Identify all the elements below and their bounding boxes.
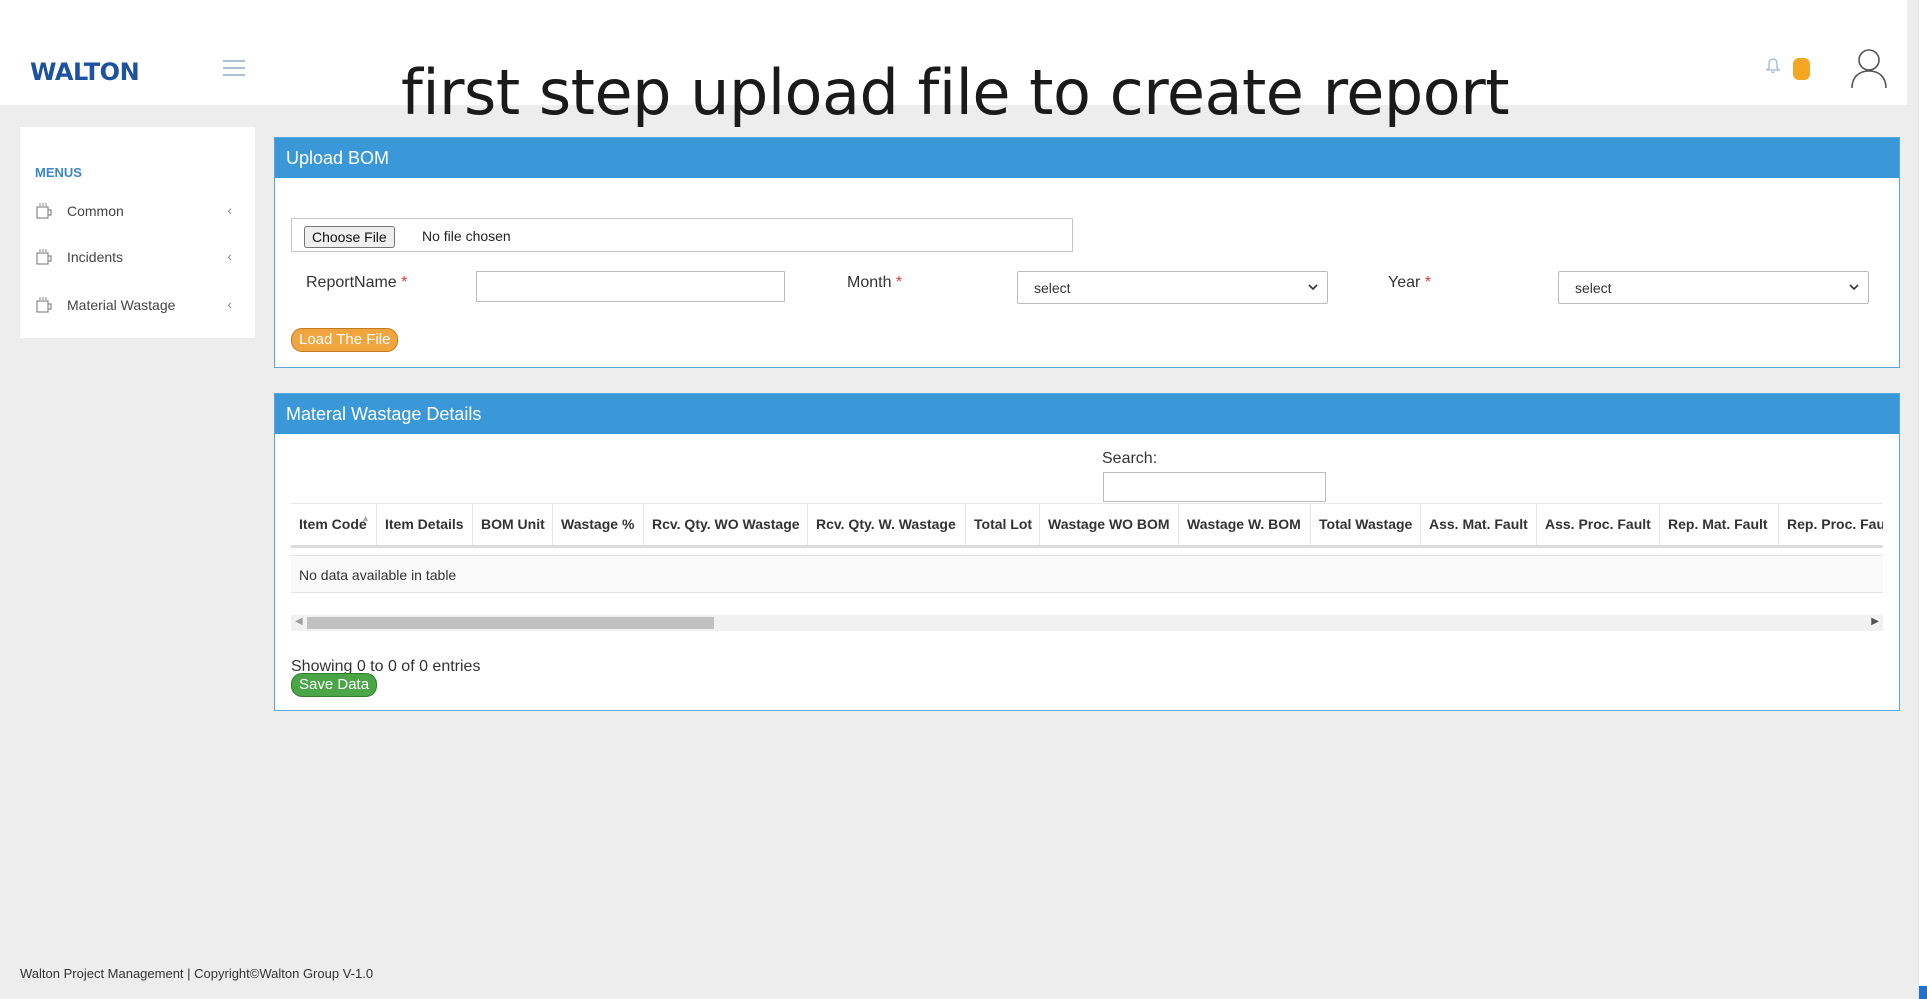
bell-icon[interactable] — [1765, 58, 1781, 79]
required-mark: * — [1424, 274, 1432, 291]
chevron-down-icon — [1307, 280, 1319, 296]
wastage-details-title: Materal Wastage Details — [275, 394, 1899, 434]
overlay-caption: first step upload file to create report — [401, 56, 1510, 129]
notification-badge — [1793, 58, 1810, 80]
required-mark: * — [895, 274, 903, 291]
sidebar-item-material-wastage[interactable]: Material Wastage ‹ — [35, 291, 240, 321]
user-avatar-icon[interactable] — [1849, 46, 1889, 95]
cup-icon — [35, 202, 55, 223]
column-header-ass-mat-fault[interactable]: Ass. Mat. Fault — [1420, 504, 1536, 545]
column-header-wastage-w-bom[interactable]: Wastage W. BOM — [1178, 504, 1310, 545]
report-name-label: ReportName * — [306, 274, 408, 291]
page-scrollbar-thumb[interactable] — [1919, 986, 1927, 999]
year-label: Year * — [1388, 274, 1432, 291]
upload-bom-title: Upload BOM — [275, 138, 1899, 178]
walton-logo[interactable]: WALTON — [30, 58, 140, 86]
table-empty-row: No data available in table — [291, 555, 1883, 593]
column-header-wastage-percent[interactable]: Wastage % — [552, 504, 643, 545]
scroll-right-icon[interactable]: ▶ — [1871, 616, 1879, 627]
table-header-row: Item Code ▲ Item Details BOM Unit Wastag… — [291, 503, 1883, 548]
year-select-value: select — [1575, 280, 1612, 296]
page-scrollbar[interactable] — [1918, 0, 1927, 999]
column-header-rcv-qty-w-wastage[interactable]: Rcv. Qty. W. Wastage — [807, 504, 965, 545]
sidebar-item-label: Material Wastage — [67, 297, 176, 313]
month-label: Month * — [847, 274, 903, 291]
footer-text: Walton Project Management | Copyright©Wa… — [20, 966, 374, 981]
wastage-details-card: Materal Wastage Details Search: Item Cod… — [274, 393, 1900, 711]
search-input[interactable] — [1103, 472, 1326, 502]
column-header-total-wastage[interactable]: Total Wastage — [1310, 504, 1420, 545]
chevron-left-icon: ‹ — [227, 248, 232, 264]
choose-file-button[interactable]: Choose File — [304, 226, 395, 248]
column-header-item-code[interactable]: Item Code ▲ — [291, 504, 376, 545]
scroll-left-icon[interactable]: ◀ — [295, 616, 303, 627]
column-header-item-details[interactable]: Item Details — [376, 504, 472, 545]
sidebar: MENUS Common ‹ Incidents ‹ Material Wast… — [20, 127, 255, 338]
table-horizontal-scrollbar[interactable]: ◀ ▶ — [291, 615, 1883, 631]
cup-icon — [35, 248, 55, 269]
sidebar-item-common[interactable]: Common ‹ — [35, 197, 240, 227]
month-select-value: select — [1034, 280, 1071, 296]
search-label: Search: — [1102, 450, 1158, 467]
sidebar-section-label: MENUS — [35, 165, 82, 180]
sort-icon: ▲ — [361, 513, 370, 523]
column-header-bom-unit[interactable]: BOM Unit — [472, 504, 552, 545]
required-mark: * — [401, 274, 408, 291]
column-header-total-lot[interactable]: Total Lot — [965, 504, 1039, 545]
file-input[interactable]: Choose File No file chosen — [291, 218, 1073, 252]
month-select[interactable]: select — [1017, 271, 1328, 304]
column-header-wastage-wo-bom[interactable]: Wastage WO BOM — [1039, 504, 1178, 545]
sidebar-item-label: Common — [67, 203, 124, 219]
save-data-button[interactable]: Save Data — [291, 673, 378, 697]
wastage-table: Item Code ▲ Item Details BOM Unit Wastag… — [291, 503, 1883, 643]
chevron-left-icon: ‹ — [227, 202, 232, 218]
sidebar-item-label: Incidents — [67, 249, 124, 265]
chevron-down-icon — [1848, 280, 1860, 296]
hamburger-icon[interactable] — [223, 60, 245, 81]
report-name-input[interactable] — [476, 271, 785, 302]
column-header-rcv-qty-wo-wastage[interactable]: Rcv. Qty. WO Wastage — [643, 504, 807, 545]
table-scrollbar-thumb[interactable] — [307, 617, 714, 629]
upload-bom-card: Upload BOM Choose File No file chosen Re… — [274, 137, 1900, 368]
chevron-left-icon: ‹ — [227, 296, 232, 312]
file-status-text: No file chosen — [422, 228, 511, 244]
column-header-rep-mat-fault[interactable]: Rep. Mat. Fault — [1659, 504, 1778, 545]
column-header-rep-proc-fault[interactable]: Rep. Proc. Fault — [1778, 504, 1883, 545]
load-file-button[interactable]: Load The File — [291, 328, 399, 352]
sidebar-item-incidents[interactable]: Incidents ‹ — [35, 243, 240, 273]
cup-icon — [35, 296, 55, 317]
year-select[interactable]: select — [1558, 271, 1869, 304]
column-header-ass-proc-fault[interactable]: Ass. Proc. Fault — [1536, 504, 1659, 545]
